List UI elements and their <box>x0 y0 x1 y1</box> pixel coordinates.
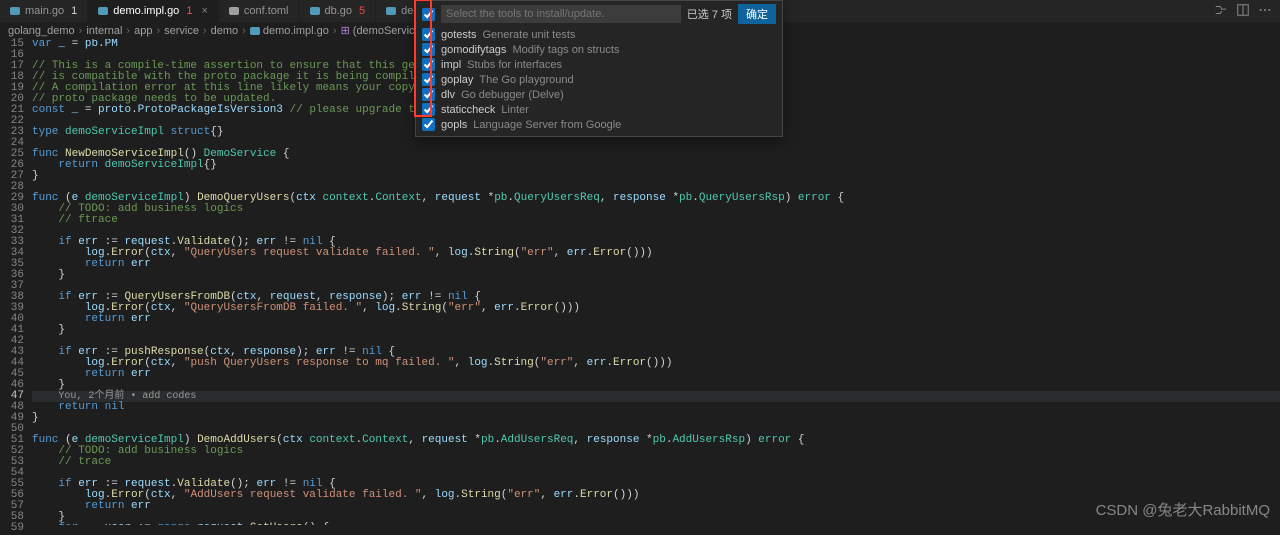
go-file-icon <box>10 6 20 16</box>
quickpick-item-gomodifytags[interactable]: gomodifytags Modify tags on structs <box>416 42 782 57</box>
go-file-icon <box>386 6 396 16</box>
breadcrumb-segment[interactable]: app <box>134 25 152 37</box>
code-line[interactable]: return err <box>32 314 1280 325</box>
tab-label: conf.toml <box>244 5 289 17</box>
editor-actions <box>1206 0 1280 22</box>
quickpick-item-impl[interactable]: impl Stubs for interfaces <box>416 57 782 72</box>
item-checkbox[interactable] <box>422 73 435 86</box>
code-line[interactable]: } <box>32 270 1280 281</box>
code-line[interactable]: You, 2个月前 • add codes <box>32 391 1280 402</box>
line-gutter: 1516171819202122232425262728293031323334… <box>0 39 32 525</box>
tool-name: gomodifytags <box>441 44 506 56</box>
breadcrumb-segment[interactable]: demo <box>211 25 239 37</box>
item-checkbox[interactable] <box>422 43 435 56</box>
breadcrumb-segment[interactable]: demo.impl.go <box>250 25 329 37</box>
ok-button[interactable]: 确定 <box>738 4 776 24</box>
code-line[interactable]: } <box>32 171 1280 182</box>
tool-desc: Stubs for interfaces <box>467 59 562 71</box>
code-line[interactable]: return err <box>32 259 1280 270</box>
item-checkbox[interactable] <box>422 28 435 41</box>
item-checkbox[interactable] <box>422 88 435 101</box>
code-line[interactable]: return demoServiceImpl{} <box>32 160 1280 171</box>
item-checkbox[interactable] <box>422 118 435 131</box>
tab-main-go[interactable]: main.go 1 <box>0 0 88 22</box>
breadcrumb-segment[interactable]: golang_demo <box>8 25 75 37</box>
tool-desc: The Go playground <box>479 74 573 86</box>
code-line[interactable]: // TODO: add business logics <box>32 204 1280 215</box>
item-checkbox[interactable] <box>422 103 435 116</box>
code-line[interactable]: // ftrace <box>32 215 1280 226</box>
quickpick-list: gotests Generate unit tests gomodifytags Mo… <box>416 27 782 136</box>
selected-count: 已选 7 项 <box>687 6 732 22</box>
tool-name: gotests <box>441 29 476 41</box>
breadcrumb-segment[interactable]: service <box>164 25 199 37</box>
tool-desc: Linter <box>501 104 529 116</box>
tab-badge: 5 <box>359 5 365 17</box>
go-file-icon <box>229 6 239 16</box>
tab-badge: 1 <box>186 5 192 17</box>
compare-changes-icon[interactable] <box>1214 3 1228 20</box>
symbol-method-icon: ⊞ <box>341 25 350 37</box>
split-editor-icon[interactable] <box>1236 3 1250 20</box>
quickpick-item-gopls[interactable]: gopls Language Server from Google <box>416 117 782 132</box>
quickpick-item-dlv[interactable]: dlv Go debugger (Delve) <box>416 87 782 102</box>
code-line[interactable]: for _, user := range request.GetUsers() … <box>32 523 1280 525</box>
go-file-icon <box>98 6 108 16</box>
code-line[interactable]: } <box>32 380 1280 391</box>
tool-desc: Language Server from Google <box>473 119 621 131</box>
code-line[interactable]: func NewDemoServiceImpl() DemoService { <box>32 149 1280 160</box>
code-line[interactable]: // trace <box>32 457 1280 468</box>
quickpick-popup: 已选 7 项 确定 gotestsGenerate unit testsgomo… <box>415 0 783 137</box>
code-line[interactable]: log.Error(ctx, "AddUsers request validat… <box>32 490 1280 501</box>
tool-name: dlv <box>441 89 455 101</box>
select-all-checkbox[interactable] <box>422 8 435 21</box>
watermark: CSDN @兔老大RabbitMQ <box>1096 499 1270 520</box>
go-file-icon <box>250 26 260 36</box>
tab-label: db.go <box>325 5 353 17</box>
code-line[interactable]: return err <box>32 369 1280 380</box>
quickpick-item-goplay[interactable]: goplay The Go playground <box>416 72 782 87</box>
code-line[interactable]: log.Error(ctx, "push QueryUsers response… <box>32 358 1280 369</box>
tab-demo-impl-go[interactable]: demo.impl.go 1 × <box>88 0 219 22</box>
more-actions-icon[interactable] <box>1258 3 1272 20</box>
quickpick-item-gotests[interactable]: gotests Generate unit tests <box>416 27 782 42</box>
tab-label: demo.impl.go <box>113 5 179 17</box>
item-checkbox[interactable] <box>422 58 435 71</box>
tool-desc: Go debugger (Delve) <box>461 89 564 101</box>
go-file-icon <box>310 6 320 16</box>
tab-badge: 1 <box>71 5 77 17</box>
code-line[interactable]: } <box>32 413 1280 424</box>
quickpick-input[interactable] <box>441 5 681 23</box>
code-line[interactable]: return nil <box>32 402 1280 413</box>
code-line[interactable]: return err <box>32 501 1280 512</box>
line-number[interactable]: 59 <box>0 523 24 534</box>
code-line[interactable]: log.Error(ctx, "QueryUsers request valid… <box>32 248 1280 259</box>
tool-name: impl <box>441 59 461 71</box>
tab-label: main.go <box>25 5 64 17</box>
tool-desc: Generate unit tests <box>482 29 575 41</box>
quickpick-header: 已选 7 项 确定 <box>416 1 782 27</box>
tool-name: gopls <box>441 119 467 131</box>
code-line[interactable]: log.Error(ctx, "QueryUsersFromDB failed.… <box>32 303 1280 314</box>
quickpick-item-staticcheck[interactable]: staticcheck Linter <box>416 102 782 117</box>
tab-conf-toml[interactable]: conf.toml <box>219 0 300 22</box>
tool-name: goplay <box>441 74 473 86</box>
tab-db-go[interactable]: db.go 5 <box>300 0 377 22</box>
tool-name: staticcheck <box>441 104 495 116</box>
code-line[interactable]: } <box>32 325 1280 336</box>
tool-desc: Modify tags on structs <box>512 44 619 56</box>
close-icon[interactable]: × <box>201 5 207 17</box>
code-line[interactable]: // TODO: add business logics <box>32 446 1280 457</box>
breadcrumb-segment[interactable]: internal <box>86 25 122 37</box>
